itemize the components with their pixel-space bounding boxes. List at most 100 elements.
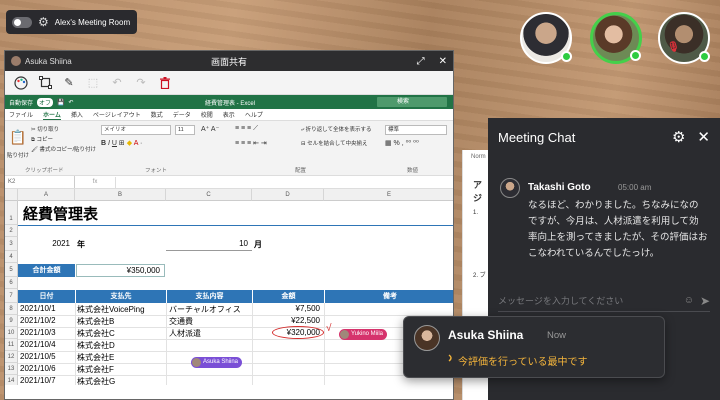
room-toggle[interactable]: [12, 16, 32, 28]
row-header[interactable]: 14: [5, 375, 18, 385]
save-icon[interactable]: 💾: [57, 99, 64, 106]
col-header-a[interactable]: A: [18, 189, 75, 201]
table-cell[interactable]: 2021/10/4: [20, 340, 56, 349]
table-cell[interactable]: 2021/10/7: [20, 376, 56, 385]
row-header[interactable]: 5: [5, 263, 18, 277]
row-header[interactable]: 10: [5, 327, 18, 339]
table-cell[interactable]: 株式会社B: [77, 316, 114, 327]
room-pill[interactable]: ⚙ Alex's Meeting Room: [6, 10, 137, 34]
tab-data[interactable]: データ: [173, 110, 191, 119]
tab-home[interactable]: ホーム: [43, 110, 61, 120]
trash-icon[interactable]: [157, 75, 173, 91]
cut-button[interactable]: ✂ 切り取り: [31, 125, 59, 133]
name-box[interactable]: K2: [5, 176, 75, 188]
spreadsheet-grid[interactable]: A B C D E 1 2 3 4 5 6 7 8 9 10 11 12 13 …: [5, 189, 453, 385]
tab-formulas[interactable]: 数式: [151, 110, 163, 119]
row-header[interactable]: 9: [5, 315, 18, 327]
row-header[interactable]: 6: [5, 277, 18, 289]
tab-view[interactable]: 表示: [223, 110, 235, 119]
table-header-date[interactable]: 日付: [18, 290, 75, 303]
undo-icon[interactable]: ↶: [109, 75, 125, 91]
col-header-c[interactable]: C: [166, 189, 252, 201]
select-all-corner[interactable]: [5, 189, 18, 201]
tab-page-layout[interactable]: ページレイアウト: [93, 110, 141, 119]
expand-icon[interactable]: ⤢: [417, 56, 425, 67]
copy-button[interactable]: ⧉ コピー: [31, 135, 53, 144]
undo-icon[interactable]: ↶: [69, 99, 74, 106]
font-size-select[interactable]: 11: [175, 125, 195, 135]
font-style-buttons[interactable]: B I U ⊞ ◆ A ·: [101, 139, 142, 147]
number-format-select[interactable]: 標準: [385, 125, 447, 135]
pen-icon[interactable]: ✎: [61, 75, 77, 91]
row-header[interactable]: 2: [5, 225, 18, 237]
redo-icon[interactable]: ↷: [133, 75, 149, 91]
select-frame-icon[interactable]: [37, 75, 53, 91]
selection-icon[interactable]: ⬚: [85, 75, 101, 91]
palette-icon[interactable]: [13, 75, 29, 91]
row-header[interactable]: 8: [5, 303, 18, 315]
formula-input[interactable]: [115, 176, 453, 188]
table-cell[interactable]: 2021/10/1: [20, 304, 56, 313]
row-header[interactable]: 13: [5, 363, 18, 375]
table-cell[interactable]: バーチャルオフィス: [169, 304, 241, 315]
table-cell[interactable]: 株式会社E: [77, 352, 114, 363]
table-cell[interactable]: 株式会社C: [77, 328, 115, 339]
table-cell[interactable]: 株式会社VoicePing: [77, 304, 165, 315]
gear-icon[interactable]: ⚙: [38, 15, 49, 29]
align-top-icons[interactable]: ≡ ≡ ≡ ⟋: [235, 125, 258, 133]
table-cell[interactable]: 2021/10/6: [20, 364, 56, 373]
col-header-b[interactable]: B: [75, 189, 166, 201]
table-cell[interactable]: 2021/10/3: [20, 328, 56, 337]
font-grow-icon[interactable]: A⁺ A⁻: [201, 125, 219, 133]
tab-help[interactable]: ヘルプ: [245, 110, 263, 119]
participant-avatar-2[interactable]: [590, 12, 642, 64]
table-cell[interactable]: ¥22,500: [252, 316, 320, 325]
row-header[interactable]: 4: [5, 251, 18, 263]
row-header[interactable]: 11: [5, 339, 18, 351]
table-header-notes[interactable]: 備考: [325, 290, 453, 303]
col-header-e[interactable]: E: [324, 189, 453, 201]
tab-file[interactable]: ファイル: [9, 110, 33, 119]
col-header-d[interactable]: D: [252, 189, 324, 201]
wrap-text-button[interactable]: ⤶ 折り返して全体を表示する: [301, 125, 371, 134]
table-header-amount[interactable]: 金額: [253, 290, 324, 303]
table-header-payee[interactable]: 支払先: [76, 290, 166, 303]
paste-label[interactable]: 貼り付け: [7, 151, 29, 159]
table-cell[interactable]: 株式会社G: [77, 376, 115, 385]
total-label[interactable]: 合計金額: [18, 264, 75, 277]
total-value[interactable]: ¥350,000: [76, 264, 165, 277]
table-cell[interactable]: 株式会社D: [77, 340, 115, 351]
table-cell[interactable]: 交通費: [169, 316, 193, 327]
speaking-notification[interactable]: Asuka Shiina Now 今評価を行っている最中です: [403, 316, 665, 378]
paste-icon[interactable]: 📋: [9, 129, 26, 146]
table-cell[interactable]: 株式会社F: [77, 364, 114, 375]
close-icon[interactable]: ✕: [697, 128, 710, 146]
tab-insert[interactable]: 挿入: [71, 110, 83, 119]
merge-center-button[interactable]: ⊟ セルを結合して中央揃え: [301, 139, 367, 147]
table-cell[interactable]: 人材派遣: [169, 328, 201, 339]
number-icons[interactable]: ▦ % , ⁰⁰ ⁰⁰: [385, 139, 419, 147]
table-cell[interactable]: ¥7,500: [252, 304, 320, 313]
chat-input[interactable]: [498, 295, 684, 306]
table-cell[interactable]: 2021/10/5: [20, 352, 56, 361]
sheet-title[interactable]: 経費管理表: [23, 203, 98, 224]
excel-search[interactable]: 検索: [377, 97, 447, 107]
row-header[interactable]: 12: [5, 351, 18, 363]
tab-review[interactable]: 校閲: [201, 110, 213, 119]
participant-avatar-1[interactable]: [520, 12, 572, 64]
send-icon[interactable]: ➤: [700, 294, 710, 308]
emoji-icon[interactable]: ☺: [684, 295, 694, 306]
row-header[interactable]: 3: [5, 237, 18, 251]
year-label[interactable]: 年: [77, 239, 85, 250]
table-header-description[interactable]: 支払内容: [167, 290, 252, 303]
autosave-state[interactable]: オフ: [37, 97, 54, 107]
month-value[interactable]: 10: [166, 239, 248, 248]
align-icons[interactable]: ≡ ≡ ≡ ⇤ ⇥: [235, 139, 267, 147]
close-icon[interactable]: ✕: [439, 56, 447, 67]
row-header[interactable]: 7: [5, 289, 18, 303]
row-header[interactable]: 1: [5, 201, 18, 225]
format-painter-button[interactable]: 🖌 書式のコピー/貼り付け: [31, 145, 96, 153]
font-name-select[interactable]: メイリオ: [101, 125, 171, 135]
table-cell[interactable]: 2021/10/2: [20, 316, 56, 325]
month-label[interactable]: 月: [254, 239, 262, 250]
